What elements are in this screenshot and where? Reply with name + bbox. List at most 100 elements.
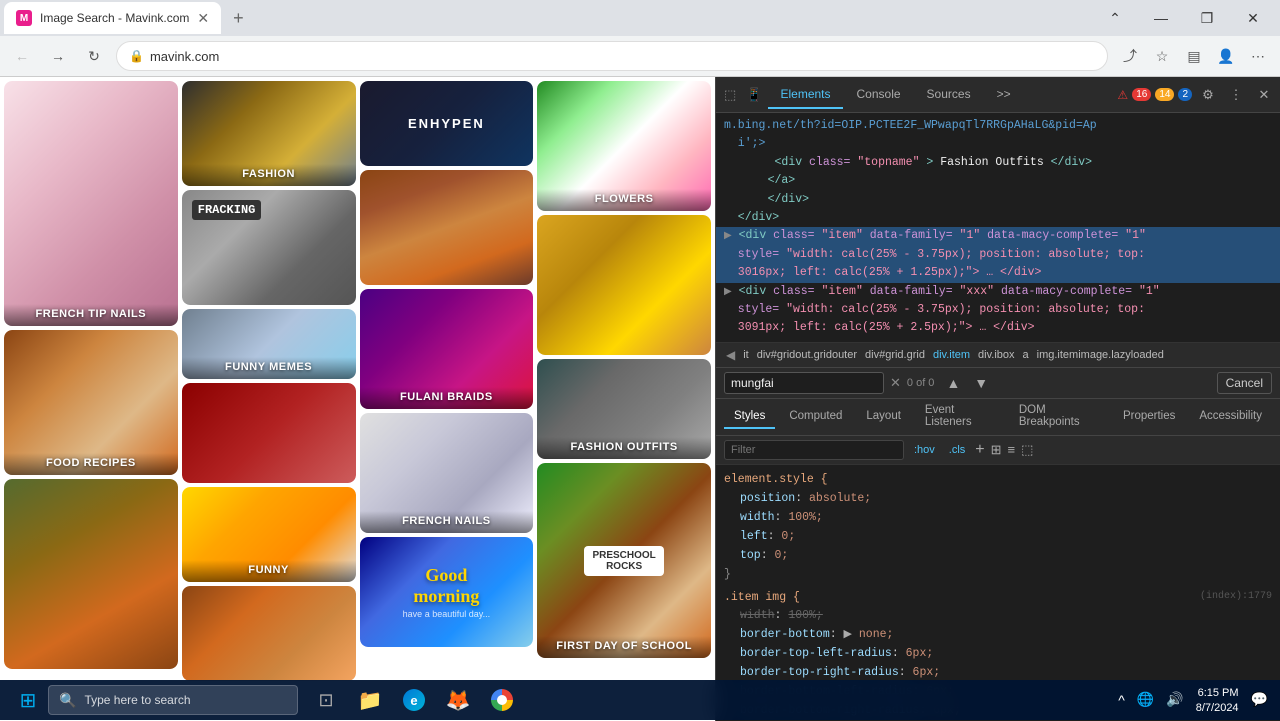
tab-elements[interactable]: Elements	[768, 81, 842, 109]
sidebar-icon[interactable]: ▤	[1180, 42, 1208, 70]
grid-item-food2[interactable]	[182, 586, 356, 681]
browser-chrome: M Image Search - Mavink.com ✕ + ⌃ — ❐ ✕ …	[0, 0, 1280, 77]
tab-event-listeners[interactable]: Event Listeners	[915, 399, 1005, 435]
html-line-4: </a>	[724, 172, 1272, 190]
errors-icon[interactable]: ⚠	[1117, 88, 1128, 102]
chevron-up-icon[interactable]: ⌃	[1092, 2, 1138, 34]
menu-icon[interactable]: ⋯	[1244, 42, 1272, 70]
lock-icon: 🔒	[129, 49, 144, 63]
grid-item-good-morning[interactable]: Good morning have a beautiful day...	[360, 537, 534, 647]
maximize-button[interactable]: ❐	[1184, 2, 1230, 34]
volume-icon[interactable]: 🔊	[1162, 687, 1187, 712]
css-filter-input[interactable]	[724, 440, 904, 460]
profile-icon[interactable]: 👤	[1212, 42, 1240, 70]
add-style-icon[interactable]: +	[975, 441, 984, 459]
breadcrumb-item-item[interactable]: div.item	[933, 349, 970, 361]
chrome-button[interactable]	[482, 680, 522, 720]
find-next-button[interactable]: ▼	[968, 373, 994, 393]
firefox-button[interactable]: 🦊	[438, 680, 478, 720]
tab-accessibility[interactable]: Accessibility	[1189, 405, 1272, 429]
close-button[interactable]: ✕	[1230, 2, 1276, 34]
task-view-button[interactable]: ⊡	[306, 680, 346, 720]
pseudo-state-button[interactable]: :hov	[910, 442, 939, 458]
find-clear-icon[interactable]: ✕	[890, 375, 901, 391]
toggle-icon[interactable]: ≡	[1008, 442, 1016, 457]
html-line-5: </div>	[724, 191, 1272, 209]
tab-properties[interactable]: Properties	[1113, 405, 1185, 429]
grid-item-dress[interactable]	[537, 215, 711, 355]
active-tab[interactable]: M Image Search - Mavink.com ✕	[4, 2, 221, 34]
tab-console[interactable]: Console	[845, 81, 913, 109]
breadcrumb-item-ibox[interactable]: div.ibox	[978, 349, 1014, 361]
grid-item-harvest[interactable]	[4, 479, 178, 669]
tab-styles[interactable]: Styles	[724, 405, 775, 429]
devtools-inspect-icon[interactable]: ⬚	[720, 81, 740, 109]
tab-layout[interactable]: Layout	[856, 405, 911, 429]
vertical-dots-icon[interactable]: ⋮	[1224, 83, 1248, 107]
share-icon[interactable]: ⤴	[1116, 42, 1144, 70]
minimize-button[interactable]: —	[1138, 2, 1184, 34]
tab-dom-breakpoints[interactable]: DOM Breakpoints	[1009, 399, 1109, 435]
breadcrumb-item-grid[interactable]: div#grid.grid	[865, 349, 925, 361]
grid-item-fashion[interactable]: Fashion div.item 157.45 × 329.72	[182, 81, 356, 186]
grid-item-funny-memes[interactable]: Funny Memes	[182, 309, 356, 379]
breadcrumb-item-img[interactable]: img.itemimage.lazyloaded	[1037, 349, 1164, 361]
taskbar-search-placeholder: Type here to search	[84, 693, 190, 707]
breadcrumb-item-gridout[interactable]: div#gridout.gridouter	[757, 349, 857, 361]
grid-item-french-tip-nails[interactable]: French Tip Nails	[4, 81, 178, 326]
html-selected-line-1[interactable]: ▶ <div class= "item" data-family= "1" da…	[716, 227, 1280, 245]
chevron-up-sys-icon[interactable]: ^	[1114, 688, 1129, 712]
grid-item-fracking[interactable]: FRACKING	[182, 190, 356, 305]
grid-item-flowers[interactable]: Flowers	[537, 81, 711, 211]
file-explorer-button[interactable]: 📁	[350, 680, 390, 720]
breadcrumb-scroll-left[interactable]: ◀	[722, 346, 739, 364]
grid-item-first-day[interactable]: PRESCHOOLROCKS First Day Of School	[537, 463, 711, 658]
task-view-icon: ⊡	[318, 690, 333, 711]
windows-icon: ⊞	[20, 688, 37, 713]
clock-area[interactable]: 6:15 PM 8/7/2024	[1196, 686, 1239, 713]
grid-item-fashion-outfits[interactable]: Fashion Outfits	[537, 359, 711, 459]
grid-item-funny[interactable]: Funny	[182, 487, 356, 582]
tab-close-button[interactable]: ✕	[197, 10, 209, 27]
tab-sources[interactable]: Sources	[915, 81, 983, 109]
system-tray-icons: ^ 🌐 🔊	[1114, 687, 1187, 712]
inspector-toggle-icon[interactable]: ⬚	[1021, 442, 1033, 458]
grid-label-fashion-outfits: Fashion Outfits	[537, 437, 711, 459]
grid-item-funny-bowl[interactable]	[182, 383, 356, 483]
find-prev-button[interactable]: ▲	[940, 373, 966, 393]
devtools-device-icon[interactable]: 📱	[742, 81, 766, 109]
html-line-6: </div>	[724, 209, 1272, 227]
settings-icon[interactable]: ⚙	[1196, 83, 1220, 107]
edge-button[interactable]: e	[394, 680, 434, 720]
breadcrumb-item-it[interactable]: it	[743, 349, 749, 361]
grid-label-french-nails: French Nails	[360, 511, 534, 533]
grid-item-fulani-braids[interactable]: Fulani Braids	[360, 289, 534, 409]
forward-button[interactable]: →	[44, 42, 72, 70]
back-button[interactable]: ←	[8, 42, 36, 70]
taskbar-search-box[interactable]: 🔍 Type here to search	[48, 685, 298, 715]
grid-item-braids[interactable]	[360, 170, 534, 285]
find-input[interactable]	[724, 372, 884, 394]
html-line-7: ▶ <div class= "item" data-family= "xxx" …	[724, 283, 1272, 301]
breadcrumb-item-a[interactable]: a	[1023, 349, 1029, 361]
new-rule-icon[interactable]: ⊞	[991, 442, 1002, 458]
url-text: mavink.com	[150, 49, 1095, 64]
address-bar[interactable]: 🔒 mavink.com	[116, 41, 1108, 71]
find-cancel-button[interactable]: Cancel	[1217, 372, 1272, 394]
tab-computed[interactable]: Computed	[779, 405, 852, 429]
grid-item-enhypen[interactable]: ENHYPEN	[360, 81, 534, 166]
edge-icon: e	[403, 689, 425, 711]
cls-button[interactable]: .cls	[945, 442, 970, 458]
html-selected-line-2: style= "width: calc(25% - 3.75px); posit…	[716, 246, 1280, 264]
new-tab-button[interactable]: +	[225, 4, 252, 33]
grid-label-fashion: Fashion	[182, 164, 356, 186]
star-icon[interactable]: ☆	[1148, 42, 1176, 70]
start-button[interactable]: ⊞	[8, 680, 48, 720]
network-icon[interactable]: 🌐	[1133, 687, 1158, 712]
grid-item-french-nails[interactable]: French Nails	[360, 413, 534, 533]
devtools-close-button[interactable]: ✕	[1252, 83, 1276, 107]
grid-item-food-recipes[interactable]: Food Recipes	[4, 330, 178, 475]
tab-more[interactable]: >>	[985, 81, 1023, 109]
notification-icon[interactable]: 💬	[1247, 687, 1272, 712]
refresh-button[interactable]: ↻	[80, 42, 108, 70]
